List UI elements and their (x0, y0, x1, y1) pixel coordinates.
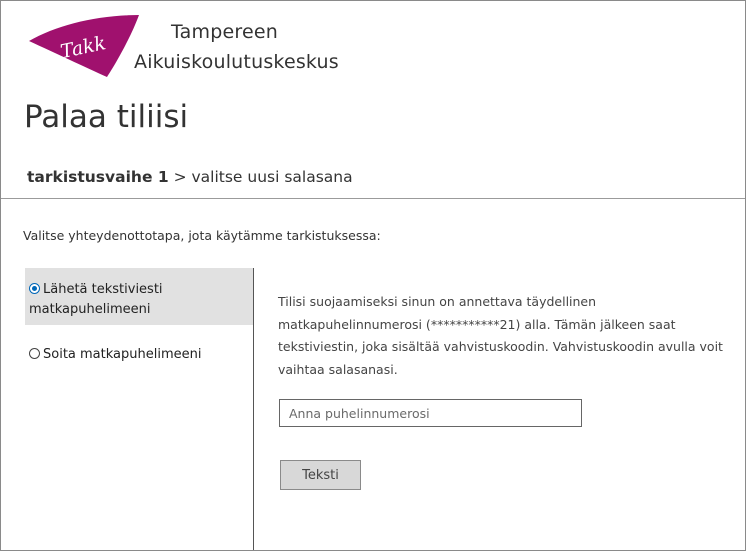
step-separator: > (168, 168, 192, 186)
breadcrumb: tarkistusvaihe 1 > valitse uusi salasana (27, 168, 353, 186)
step-current: tarkistusvaihe 1 (27, 168, 169, 186)
method-label-line2: matkapuhelimeeni (29, 302, 151, 317)
header-divider (1, 198, 745, 199)
method-option-text-message[interactable]: Lähetä tekstiviesti matkapuhelimeeni (25, 268, 253, 325)
page-title: Palaa tiliisi (24, 99, 189, 135)
page-frame: Takk Tampereen Aikuiskoulutuskeskus Pala… (0, 0, 746, 551)
step-next: valitse uusi salasana (191, 168, 353, 186)
radio-unselected-icon[interactable] (29, 348, 40, 359)
org-name-line2: Aikuiskoulutuskeskus (134, 51, 339, 73)
method-label-line1: Lähetä tekstiviesti (43, 282, 163, 297)
contact-method-list: Lähetä tekstiviesti matkapuhelimeeni Soi… (25, 268, 253, 365)
vertical-divider (253, 268, 254, 550)
send-text-button[interactable]: Teksti (280, 460, 361, 490)
method-label: Soita matkapuhelimeeni (43, 347, 202, 362)
contact-method-instruction: Valitse yhteydenottotapa, jota käytämme … (23, 228, 381, 243)
radio-selected-icon[interactable] (29, 283, 40, 294)
org-name-line1: Tampereen (171, 21, 278, 43)
verification-info-text: Tilisi suojaamiseksi sinun on annettava … (278, 294, 723, 377)
method-option-call-phone[interactable]: Soita matkapuhelimeeni (25, 335, 253, 365)
takk-logo: Takk (29, 15, 139, 77)
phone-number-input[interactable] (279, 399, 582, 427)
